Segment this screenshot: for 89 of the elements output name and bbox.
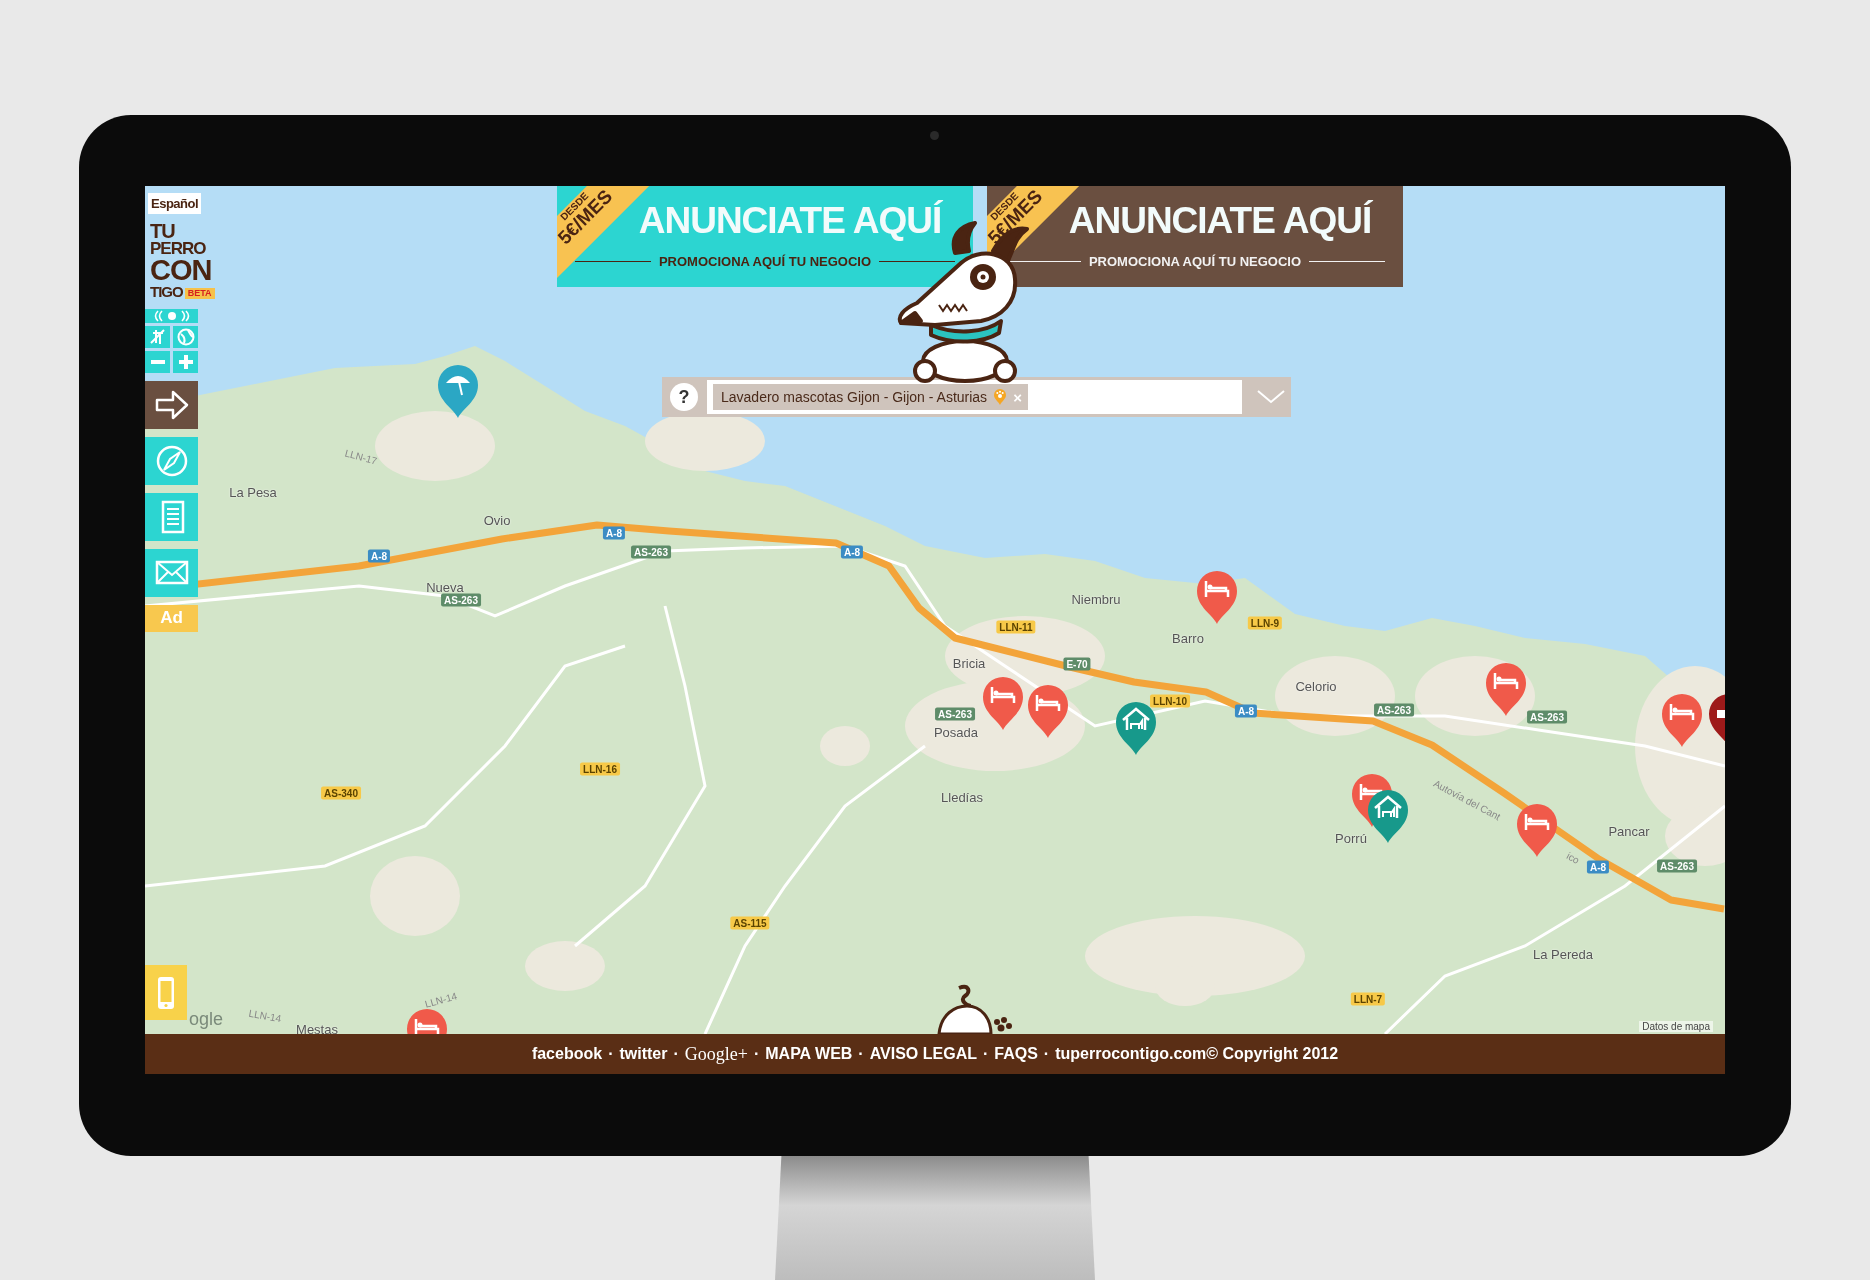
place-label: Nueva [426, 579, 464, 595]
road-label: AS-263 [1374, 703, 1414, 717]
road-label: ico [1564, 849, 1582, 867]
footer-link[interactable]: twitter [619, 1045, 668, 1063]
place-label: Pancar [1608, 823, 1650, 839]
zoom-in-button[interactable] [173, 350, 198, 373]
road-label: LLN-7 [1350, 992, 1386, 1006]
map-provider-logo: ogle [189, 1009, 224, 1030]
banner-title: ANUNCIATE AQUÍ [1068, 199, 1372, 243]
road-label: LLN-10 [1150, 694, 1190, 708]
hotel-pin[interactable] [1515, 802, 1559, 858]
language-button[interactable]: Español [148, 193, 202, 214]
chevron-down-icon [1257, 390, 1285, 404]
banner-title: ANUNCIATE AQUÍ [638, 199, 942, 243]
hotel-pin[interactable] [1026, 683, 1070, 739]
hotel-pin[interactable] [1660, 692, 1704, 748]
road-label: LLN-9 [1247, 616, 1283, 630]
list-button[interactable] [145, 492, 198, 541]
paw-pin-icon [993, 388, 1008, 406]
search-field[interactable]: Lavadero mascotas Gijon - Gijon - Asturias × [707, 380, 1242, 414]
camera-dot [930, 131, 939, 140]
beta-badge: BETA [184, 288, 215, 299]
hotel-pin[interactable] [1484, 661, 1528, 717]
road-label: A-8 [1586, 860, 1610, 874]
footer-link[interactable]: facebook [531, 1045, 603, 1063]
road-label: LLN-11 [996, 620, 1036, 634]
site-logo[interactable]: TU PERRO CON TIGO BETA [150, 222, 216, 299]
logo-text: CON [150, 257, 212, 285]
phone-icon [156, 975, 176, 1010]
beach-pin[interactable] [436, 363, 480, 419]
logo-text: TIGO [150, 284, 183, 299]
road-label: AS-263 [1527, 710, 1567, 724]
road-label: AS-263 [441, 593, 481, 607]
footer-link[interactable]: FAQS [994, 1045, 1038, 1063]
road-label: AS-263 [935, 707, 975, 721]
road-label: AS-340 [321, 786, 361, 800]
road-label: E-70 [1063, 657, 1091, 671]
road-label: LLN-17 [343, 446, 379, 468]
hotel-pin[interactable] [1195, 569, 1239, 625]
footer-separator: · [753, 1045, 760, 1063]
road-label: LLN-14 [423, 989, 459, 1011]
road-label: LLN-16 [580, 762, 620, 776]
banner-subtitle: PROMOCIONA AQUÍ TU NEGOCIO [1088, 254, 1302, 269]
logo-text: PERRO [150, 241, 206, 258]
place-label: Mestas [296, 1021, 338, 1034]
footer-link[interactable]: Google+ [684, 1043, 748, 1065]
tag-text: Lavadero mascotas Gijon - Gijon - Asturias [721, 389, 988, 405]
map-data-link[interactable]: Datos de mapa [1639, 1021, 1713, 1032]
hotel-pin[interactable] [981, 675, 1025, 731]
help-button[interactable]: ? [670, 383, 698, 411]
contact-button[interactable] [145, 548, 198, 597]
road-label: A-8 [602, 526, 626, 540]
place-label: Niembru [1071, 591, 1121, 607]
place-label: Bricia [952, 655, 986, 671]
place-label: Barro [1172, 630, 1204, 646]
place-label: Ovio [483, 512, 511, 528]
footer-separator: · [982, 1045, 989, 1063]
place-label: Lledías [941, 789, 983, 805]
footer-link[interactable]: AVISO LEGAL [869, 1045, 977, 1063]
compass-button[interactable] [145, 436, 198, 485]
road-label: AS-263 [631, 545, 671, 559]
road-label: AS-263 [1657, 859, 1697, 873]
copyright-text: tuperrocontigo.com© Copyright 2012 [1055, 1045, 1339, 1063]
road-label: LLN-14 [247, 1006, 283, 1026]
search-tag[interactable]: Lavadero mascotas Gijon - Gijon - Asturias × [713, 384, 1028, 410]
place-label: La Pesa [229, 484, 277, 500]
place-label: Posada [933, 724, 979, 740]
place-label: Porrú [1335, 830, 1367, 846]
footer-separator: · [608, 1045, 614, 1063]
kennel-pin[interactable] [1366, 788, 1410, 844]
route-button[interactable] [145, 380, 198, 429]
minus-icon [150, 359, 165, 364]
footer-separator: · [1043, 1045, 1050, 1063]
globe-icon [175, 326, 196, 347]
footer-separator: · [858, 1045, 864, 1063]
logo-text: TU [150, 222, 175, 241]
road-label: A-8 [367, 549, 391, 563]
road-label: A-8 [1234, 704, 1258, 718]
place-label: La Pereda [1533, 946, 1593, 962]
road-label: AS-115 [730, 916, 770, 930]
road-label: A-8 [840, 545, 864, 559]
zoom-out-button[interactable] [145, 350, 170, 373]
banner-subtitle: PROMOCIONA AQUÍ TU NEGOCIO [658, 254, 872, 269]
globe-button[interactable] [173, 325, 198, 348]
footer-link[interactable]: MAPA WEB [765, 1045, 853, 1063]
town-area [820, 726, 870, 766]
footer-separator: · [673, 1045, 679, 1063]
plus-icon [178, 354, 193, 369]
place-label: Celorio [1295, 678, 1337, 694]
